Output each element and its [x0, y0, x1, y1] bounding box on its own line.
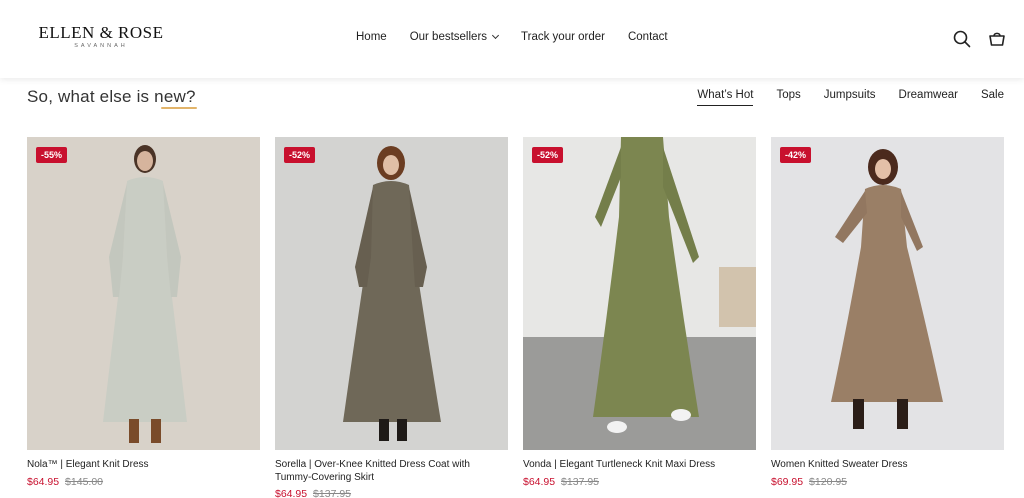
title-accent-underline	[161, 107, 197, 109]
product-image[interactable]: -55%	[27, 137, 260, 450]
logo[interactable]: ELLEN & ROSE SAVANNAH	[36, 23, 166, 50]
category-tabs: What’s Hot Tops Jumpsuits Dreamwear Sale	[697, 89, 1004, 106]
tab-whats-hot[interactable]: What’s Hot	[697, 89, 754, 106]
original-price: $145.00	[65, 475, 104, 488]
product-card[interactable]: -52% Sorella | Over-Knee Knitted Dress C…	[275, 137, 508, 498]
product-image[interactable]: -52%	[523, 137, 756, 450]
discount-badge: -55%	[36, 147, 68, 163]
nav-bestsellers-label: Our bestsellers	[409, 31, 488, 43]
price-row: $64.95 $137.95	[523, 476, 756, 488]
price-row: $64.95 $145.00	[27, 476, 260, 488]
model-photo	[27, 137, 260, 450]
logo-main-text: ELLEN & ROSE	[38, 23, 164, 42]
tab-jumpsuits[interactable]: Jumpsuits	[824, 89, 876, 106]
cart-button[interactable]	[986, 28, 1008, 50]
nav-bestsellers[interactable]: Our bestsellers	[409, 31, 500, 43]
product-card[interactable]: -42% Women Knitted Sweater Dress $69.95 …	[771, 137, 1004, 488]
nav-home[interactable]: Home	[356, 31, 387, 43]
tab-dreamwear[interactable]: Dreamwear	[899, 89, 958, 106]
site-header: ELLEN & ROSE SAVANNAH Home Our bestselle…	[0, 0, 1024, 78]
original-price: $137.95	[561, 475, 600, 488]
product-name[interactable]: Sorella | Over-Knee Knitted Dress Coat w…	[275, 459, 508, 484]
discount-badge: -52%	[284, 147, 316, 163]
product-name[interactable]: Nola™ | Elegant Knit Dress	[27, 459, 260, 472]
sale-price: $64.95	[27, 475, 60, 488]
tab-tops[interactable]: Tops	[776, 89, 800, 106]
model-photo	[275, 137, 508, 450]
discount-badge: -42%	[780, 147, 812, 163]
logo-sub-text: SAVANNAH	[74, 43, 128, 49]
product-image[interactable]: -52%	[275, 137, 508, 450]
sale-price: $64.95	[523, 475, 556, 488]
product-name[interactable]: Vonda | Elegant Turtleneck Knit Maxi Dre…	[523, 459, 756, 472]
nav-track-order[interactable]: Track your order	[521, 31, 605, 43]
tab-sale[interactable]: Sale	[981, 89, 1004, 106]
discount-badge: -52%	[532, 147, 564, 163]
chevron-down-icon	[491, 31, 500, 40]
main-nav: Home Our bestsellers Track your order Co…	[356, 31, 668, 43]
original-price: $120.95	[809, 475, 848, 488]
search-button[interactable]	[951, 28, 973, 50]
nav-contact[interactable]: Contact	[628, 31, 668, 43]
model-photo	[523, 137, 756, 450]
sale-price: $64.95	[275, 488, 308, 498]
cart-icon	[989, 32, 1005, 46]
price-row: $69.95 $120.95	[771, 476, 1004, 488]
model-photo	[771, 137, 1004, 450]
price-row: $64.95 $137.95	[275, 488, 508, 498]
product-image[interactable]: -42%	[771, 137, 1004, 450]
search-icon	[953, 30, 971, 48]
original-price: $137.95	[313, 488, 352, 498]
section-title: So, what else is new?	[27, 87, 196, 106]
product-card[interactable]: -52% Vonda | Elegant Turtleneck Knit Max…	[523, 137, 756, 488]
product-name[interactable]: Women Knitted Sweater Dress	[771, 459, 1004, 472]
sale-price: $69.95	[771, 475, 804, 488]
product-card[interactable]: -55% Nola™ | Elegant Knit Dress $64.95 $…	[27, 137, 260, 488]
